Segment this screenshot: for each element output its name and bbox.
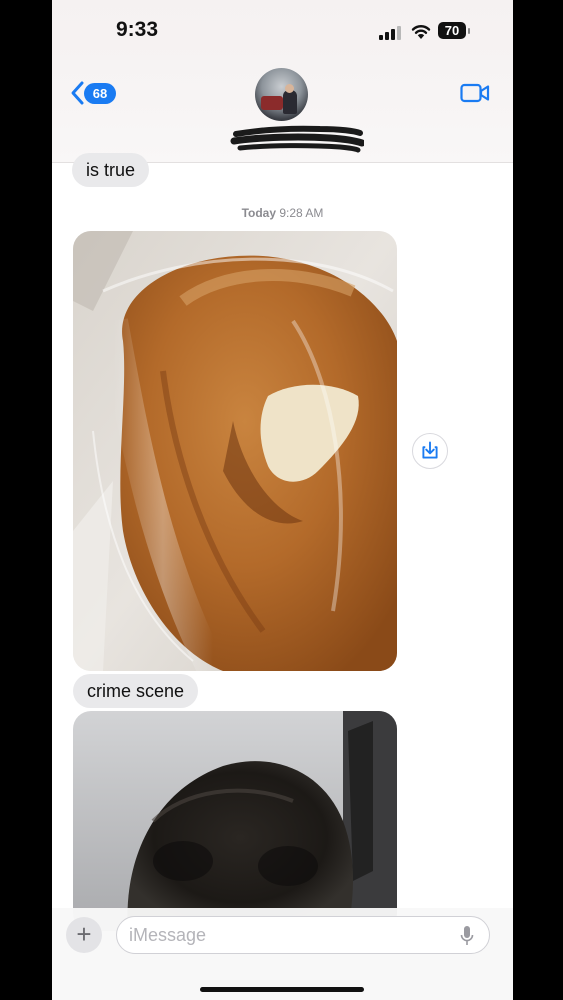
download-icon[interactable]: [412, 433, 448, 469]
contact-avatar[interactable]: [255, 68, 308, 121]
add-attachment-button[interactable]: +: [66, 917, 102, 953]
message-composer: + iMessage: [52, 908, 513, 1000]
message-text: is true: [86, 160, 136, 180]
message-text: crime scene: [87, 681, 185, 701]
timestamp-day: Today: [241, 206, 277, 220]
imessage-screen: 9:33 70 68 is true Today 9:28 AM crime s…: [52, 0, 513, 1000]
cat-photo-image: [73, 711, 397, 931]
status-time: 9:33: [116, 18, 159, 41]
received-message-bubble[interactable]: is true: [72, 153, 150, 187]
imessage-input[interactable]: iMessage: [116, 916, 490, 954]
conversation-header: 9:33 70 68: [52, 0, 513, 163]
cellular-signal-icon: [379, 26, 403, 40]
message-timestamp: Today 9:28 AM: [52, 206, 513, 220]
received-message-bubble[interactable]: crime scene: [73, 674, 199, 708]
video-camera-icon[interactable]: [460, 83, 490, 103]
photo-attachment-cat[interactable]: [73, 711, 397, 931]
redacted-contact-name[interactable]: [230, 124, 364, 154]
wifi-icon: [411, 25, 431, 39]
timestamp-time: 9:28 AM: [279, 206, 324, 220]
battery-cap: [468, 28, 470, 34]
battery-level: 70: [438, 22, 466, 39]
photo-attachment-bread[interactable]: [73, 231, 397, 671]
microphone-icon[interactable]: [460, 925, 474, 947]
bread-photo-image: [73, 231, 397, 671]
home-indicator: [200, 987, 364, 992]
input-placeholder: iMessage: [129, 925, 207, 945]
unread-count-badge[interactable]: 68: [84, 83, 116, 104]
